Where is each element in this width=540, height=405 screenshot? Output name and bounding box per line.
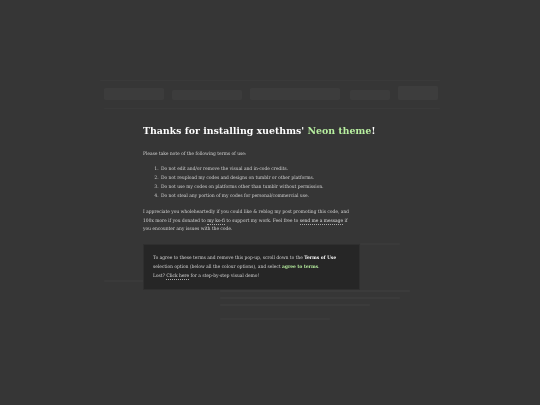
terms-of-use-label: Terms of Use	[304, 255, 337, 261]
visual-demo-link[interactable]: Click here	[166, 274, 190, 281]
agree-to-terms-label: agree to terms	[282, 264, 319, 270]
popup-title-suffix: !	[371, 126, 376, 137]
lost-suffix: for a step-by-step visual demo!	[189, 274, 260, 280]
page: Thanks for installing xuethms' Neon them…	[0, 0, 540, 405]
appreciation-text: I appreciate you wholeheartedly if you c…	[143, 209, 355, 235]
terms-intro: Please take note of the following terms …	[143, 152, 247, 157]
notice-part3: .	[318, 264, 320, 270]
term-item: Do not use my codes on platforms other t…	[160, 183, 355, 192]
appreciation-part2: to support my work. Feel free to	[224, 218, 300, 224]
terms-popup: Thanks for installing xuethms' Neon them…	[143, 126, 375, 291]
popup-title: Thanks for installing xuethms' Neon them…	[143, 126, 375, 137]
agree-instructions-box: To agree to these terms and remove this …	[143, 243, 360, 291]
terms-list: Do not edit and/or remove the visual and…	[143, 165, 355, 201]
notice-part2: selection option (below all the colour o…	[153, 264, 283, 270]
popup-title-accent: Neon theme	[307, 126, 372, 137]
term-item: Do not edit and/or remove the visual and…	[160, 165, 355, 174]
term-item: Do not reupload my codes and designs on …	[160, 174, 355, 183]
lost-prefix: Lost?	[153, 274, 167, 280]
popup-title-prefix: Thanks for installing xuethms'	[143, 126, 308, 137]
kofi-link[interactable]: my ko-fi	[207, 218, 225, 225]
term-item: Do not steal any portion of my codes for…	[160, 192, 355, 201]
notice-part1: To agree to these terms and remove this …	[153, 255, 305, 261]
send-message-link[interactable]: send me a message	[299, 218, 344, 225]
